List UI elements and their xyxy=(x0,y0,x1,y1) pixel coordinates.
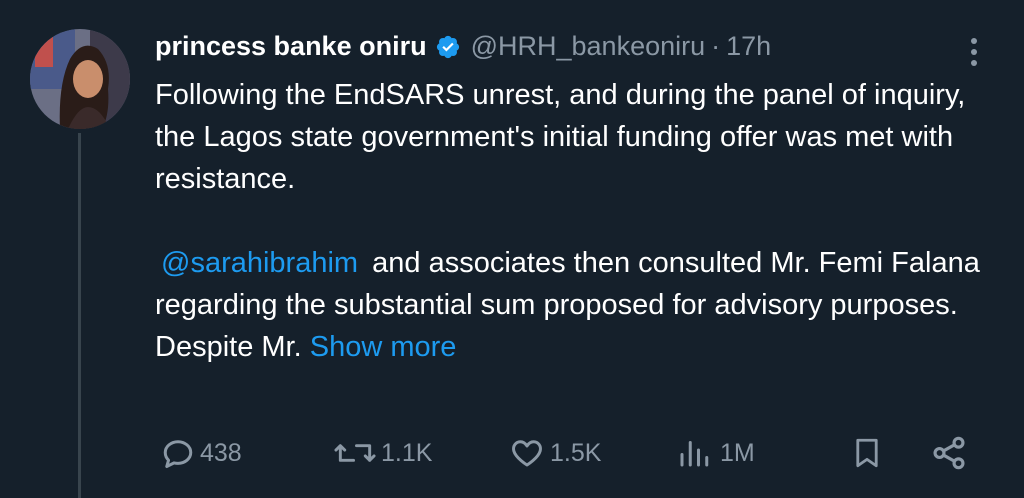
mention-link[interactable]: @sarahibrahim xyxy=(155,247,364,279)
action-bar: 438 1.1K 1.5K 1M xyxy=(0,428,1024,478)
reply-button[interactable]: 438 xyxy=(160,428,242,478)
share-button[interactable] xyxy=(930,428,968,478)
tweet-time[interactable]: 17h xyxy=(726,28,771,64)
avatar[interactable] xyxy=(30,29,130,129)
show-more-link[interactable]: Show more xyxy=(310,331,457,363)
separator-dot: · xyxy=(711,31,721,61)
tweet-paragraph-3: Despite Mr. Show more xyxy=(155,326,995,368)
retweet-icon xyxy=(333,435,377,471)
reply-icon xyxy=(160,435,196,471)
like-icon xyxy=(508,435,546,471)
author-handle[interactable]: @HRH_bankeoniru xyxy=(471,28,706,64)
views-icon xyxy=(676,435,712,471)
tweet-text: Following the EndSARS unrest, and during… xyxy=(155,74,995,368)
like-button[interactable]: 1.5K xyxy=(508,428,601,478)
retweet-count: 1.1K xyxy=(381,438,433,467)
retweet-button[interactable]: 1.1K xyxy=(333,428,432,478)
bookmark-icon xyxy=(850,434,884,472)
views-button[interactable]: 1M xyxy=(676,428,755,478)
author-name[interactable]: princess banke oniru xyxy=(155,28,427,64)
tweet-paragraph-3-text: Despite Mr. xyxy=(155,331,302,363)
verified-badge-icon xyxy=(435,33,461,59)
like-count: 1.5K xyxy=(550,438,602,467)
more-options-icon[interactable] xyxy=(960,34,988,70)
views-count: 1M xyxy=(720,438,755,467)
tweet-header: princess banke oniru @HRH_bankeoniru · 1… xyxy=(155,28,771,64)
reply-count: 438 xyxy=(200,438,242,467)
tweet-paragraph-2: @sarahibrahim and associates then consul… xyxy=(155,242,995,326)
share-icon xyxy=(930,434,968,472)
bookmark-button[interactable] xyxy=(850,428,884,478)
tweet-paragraph-1: Following the EndSARS unrest, and during… xyxy=(155,79,966,195)
